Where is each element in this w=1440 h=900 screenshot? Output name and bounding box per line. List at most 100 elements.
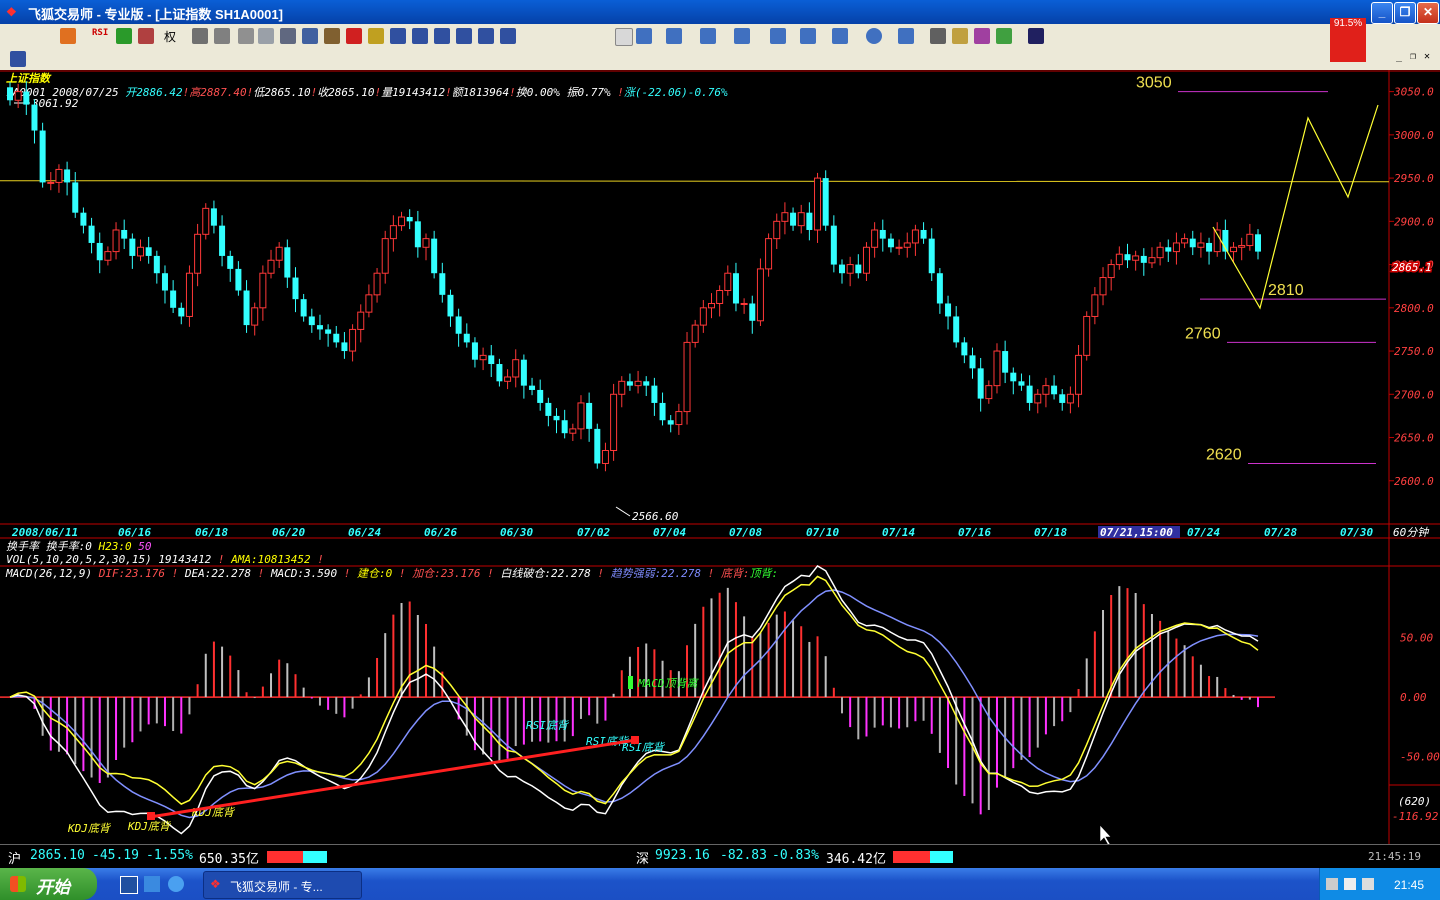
close-button[interactable]: ✕ — [1417, 2, 1439, 24]
book-icon[interactable] — [280, 28, 296, 44]
save-icon[interactable] — [1028, 28, 1044, 44]
candle-body-down — [553, 415, 560, 421]
pointer-icon[interactable] — [615, 28, 633, 46]
sub-minimize-button[interactable]: _ — [1396, 51, 1408, 65]
turnover-readout: 换手率 换手率:0 H23:0 50 — [6, 540, 152, 553]
divergence-line[interactable] — [149, 738, 637, 819]
candle-body-down — [308, 316, 315, 326]
candle-body-down — [1002, 351, 1009, 373]
channel-tool-icon[interactable] — [666, 28, 682, 44]
layout-icon-2[interactable] — [412, 28, 428, 44]
indicator-icon-1[interactable] — [192, 28, 208, 44]
candle-body-down — [806, 212, 813, 230]
desktop-icon[interactable] — [120, 876, 138, 894]
candle-body-down — [121, 229, 128, 239]
candle-body-down — [1206, 242, 1213, 252]
price-tick-label: 2800.0 — [1394, 302, 1434, 315]
rect-tool-icon[interactable] — [832, 28, 848, 44]
layout-icon-3[interactable] — [434, 28, 450, 44]
turnover-segment: 换手率 换手率:0 — [6, 540, 99, 553]
indicator-icon-2[interactable] — [214, 28, 230, 44]
macd-segment: 加仓:23.176 — [412, 567, 481, 580]
eraser-icon[interactable] — [952, 28, 968, 44]
candle-body-down — [732, 273, 739, 304]
quicklaunch-icon-2[interactable] — [144, 876, 160, 892]
candle-body-up — [14, 91, 22, 101]
ohlc-segment: ! — [311, 86, 318, 99]
date-tick-label: 07/14 — [882, 526, 915, 539]
pen-icon[interactable] — [368, 28, 384, 44]
fib-tool-icon[interactable] — [800, 28, 816, 44]
parallel-tool-icon[interactable] — [770, 28, 786, 44]
sub-close-button[interactable]: ✕ — [1424, 51, 1436, 65]
candle-body-up — [202, 207, 210, 235]
candle-body-up — [389, 225, 397, 240]
layout-icon-4[interactable] — [456, 28, 472, 44]
candle-body-down — [496, 364, 503, 382]
ohlc-segment: ! — [183, 86, 190, 99]
layout-icon-5[interactable] — [478, 28, 494, 44]
color-icon[interactable] — [974, 28, 990, 44]
candle-body-down — [790, 212, 797, 226]
layout-icon-6[interactable] — [500, 28, 516, 44]
browser-icon[interactable] — [168, 876, 184, 892]
level-label: 2810 — [1268, 282, 1304, 299]
text-tool-icon[interactable] — [898, 28, 914, 44]
tray-icon-1[interactable] — [1326, 878, 1338, 890]
start-button[interactable]: 开始 — [0, 868, 97, 900]
sh-label: 沪 — [8, 852, 22, 867]
bars-tool-icon[interactable] — [700, 28, 716, 44]
candle-body-down — [80, 212, 87, 226]
candle-body-down — [520, 359, 527, 386]
date-tick-label: 06/30 — [500, 526, 533, 539]
candle-body-down — [284, 247, 291, 278]
candle-body-up — [104, 251, 112, 261]
home-icon[interactable] — [60, 28, 76, 44]
minimize-button[interactable]: _ — [1371, 2, 1393, 24]
arrow-lr-icon[interactable] — [138, 28, 154, 44]
index-name: 上证指数 — [6, 72, 52, 85]
candle-body-down — [920, 229, 927, 239]
indicator-icon-3[interactable] — [238, 28, 254, 44]
crosshair-icon[interactable] — [116, 28, 132, 44]
taskbar-app-button[interactable]: ❖ 飞狐交易师 - 专... — [203, 871, 362, 899]
candle-body-down — [839, 264, 845, 274]
macd-segment: ! — [591, 567, 611, 580]
macd-segment: ! — [701, 567, 721, 580]
layout-icon-1[interactable] — [390, 28, 406, 44]
restore-button[interactable]: ❐ — [1394, 2, 1416, 24]
ohlc-segment: 开2886.42 — [125, 86, 183, 99]
volume-icon[interactable] — [1362, 878, 1374, 890]
candle-body-down — [88, 225, 95, 243]
grid-icon[interactable] — [996, 28, 1012, 44]
candle-body-up — [251, 307, 259, 326]
candle-body-down — [1059, 394, 1066, 403]
sub-restore-button[interactable]: ❐ — [1410, 51, 1422, 65]
signal-label-7: MACD顶背离 — [637, 677, 699, 690]
gear-icon[interactable] — [324, 28, 340, 44]
tray-icon-2[interactable] — [1344, 878, 1356, 890]
signal-label-2: KDJ底背 — [127, 820, 172, 833]
copy-tool-icon[interactable] — [930, 28, 946, 44]
resistance-line[interactable] — [0, 180, 1390, 183]
volume-readout: VOL(5,10,20,5,2,30,15) 19143412 ! AMA:10… — [6, 553, 324, 566]
turnover-segment: H23:0 — [98, 540, 139, 553]
macd-segment: ! — [392, 567, 412, 580]
sz-label: 深 — [636, 852, 650, 867]
right-adjust-button[interactable]: 权 — [164, 28, 186, 44]
ellipse-tool-icon[interactable] — [866, 28, 882, 44]
alarm-icon[interactable] — [346, 28, 362, 44]
drag-handle-icon[interactable] — [10, 51, 26, 67]
stock-chart[interactable]: 上证指数 1A0001 2008/07/25 开2886.42!高2887.40… — [0, 70, 1440, 844]
forecast-zigzag[interactable] — [1212, 104, 1379, 310]
line-tool-icon[interactable] — [636, 28, 652, 44]
search-icon[interactable] — [302, 28, 318, 44]
candle-body-up — [357, 311, 365, 330]
date-tick-label: 06/18 — [195, 526, 228, 539]
candle-body-down — [961, 342, 968, 356]
date-tick-label: 2008/06/11 — [11, 526, 78, 539]
macd-segment: DEA:22.278 — [184, 567, 252, 580]
rsi-button[interactable]: RSI — [92, 28, 114, 44]
fan-tool-icon[interactable] — [734, 28, 750, 44]
copy-icon[interactable] — [258, 28, 274, 44]
